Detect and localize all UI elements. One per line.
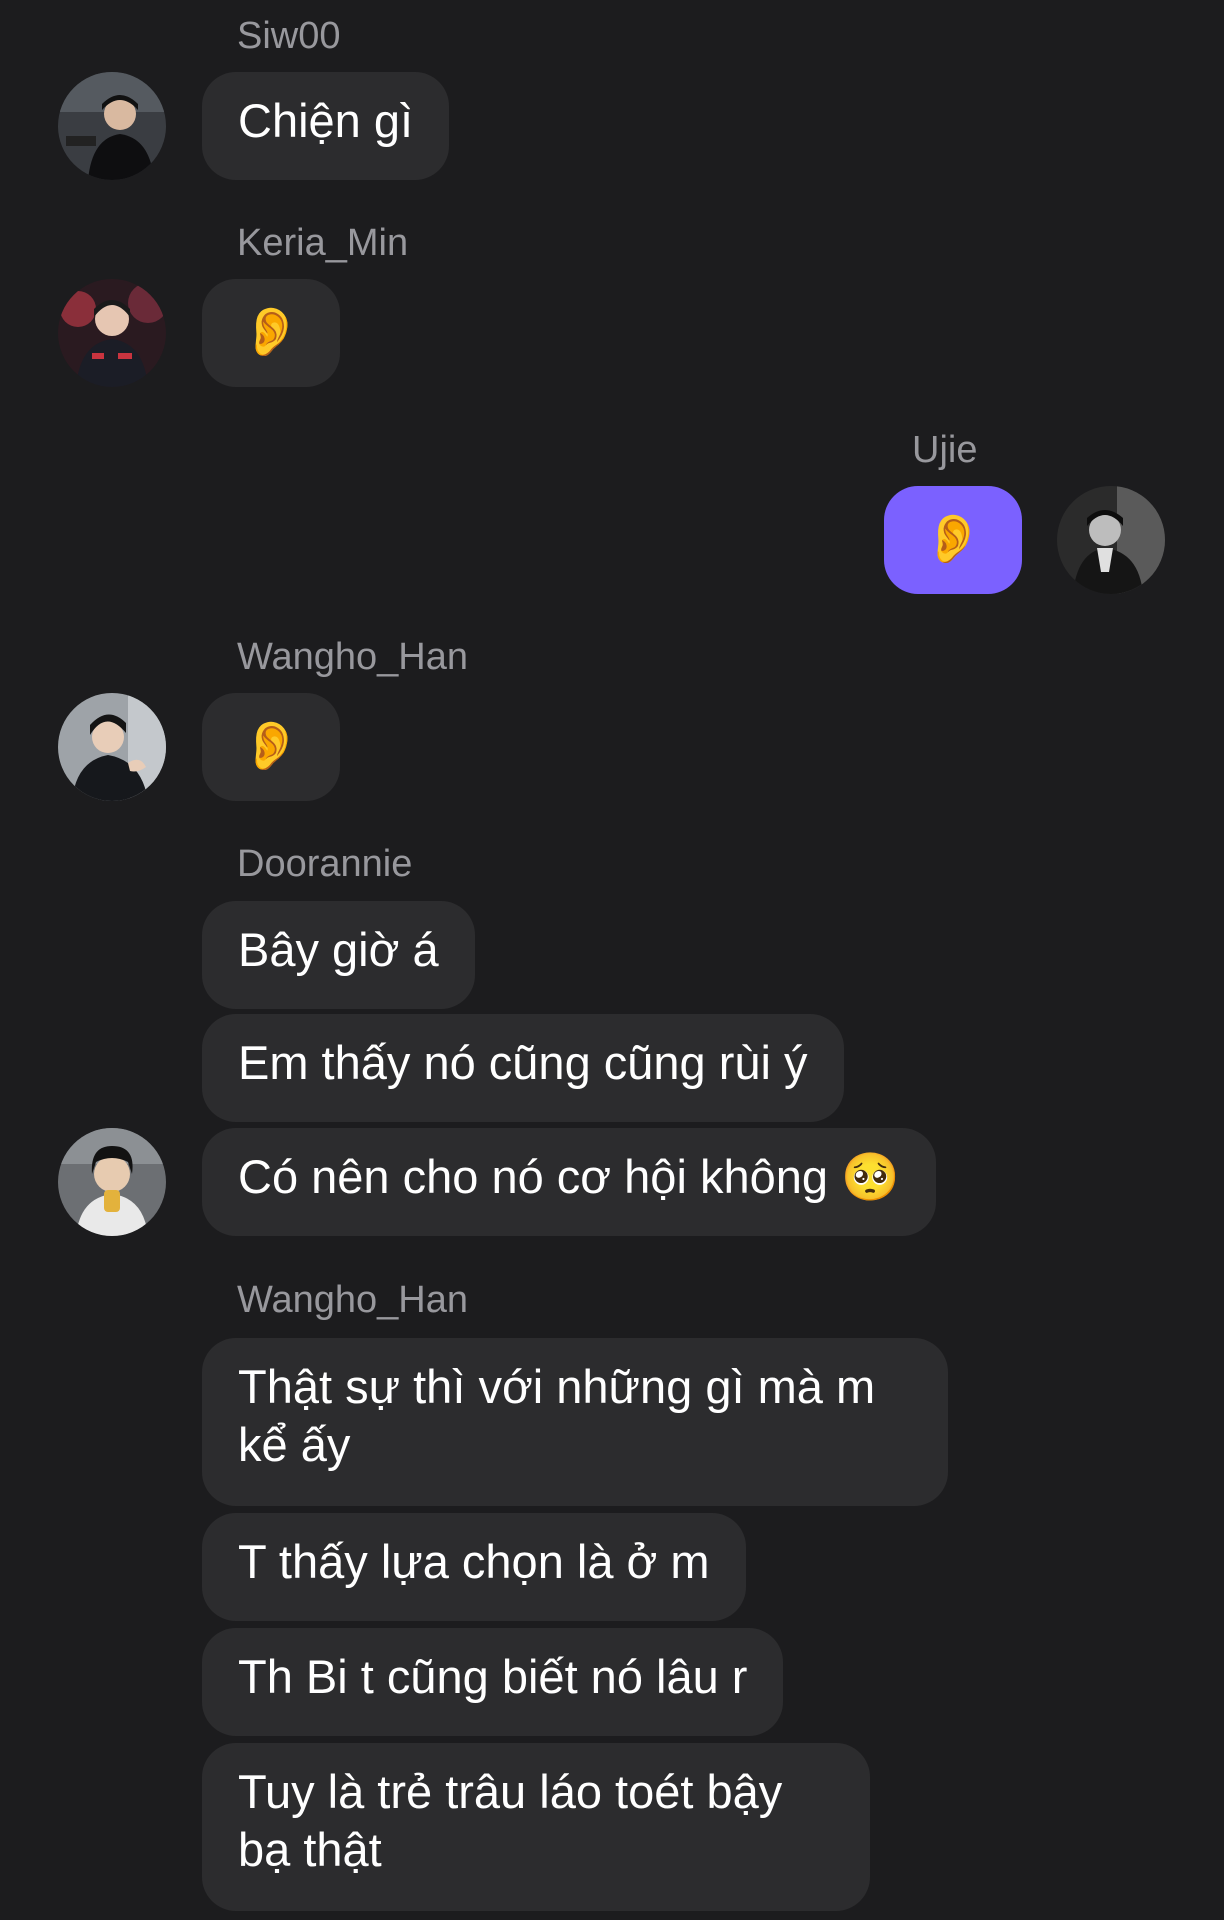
sender-name: Wangho_Han — [237, 636, 468, 678]
sender-name: Keria_Min — [237, 222, 409, 264]
message-bubble[interactable]: Th Bi t cũng biết nó lâu r — [202, 1628, 784, 1736]
sender-name: Doorannie — [237, 843, 413, 885]
message-bubble[interactable]: 👂 — [202, 693, 340, 801]
message-bubble[interactable]: Thật sự thì với những gì mà m kể ấy — [202, 1338, 948, 1506]
message-bubble[interactable]: Có nên cho nó cơ hội không 🥺 — [202, 1128, 936, 1236]
message-bubble[interactable]: 👂 — [202, 279, 340, 387]
message-bubble[interactable]: Bây giờ á — [202, 901, 475, 1009]
sender-name: Siw00 — [237, 15, 341, 57]
sender-name: Ujie — [912, 429, 978, 471]
message-bubble[interactable]: Chiện gì — [202, 72, 450, 180]
sender-name: Wangho_Han — [237, 1279, 468, 1321]
message-bubble[interactable]: Em thấy nó cũng cũng rùi ý — [202, 1014, 844, 1122]
avatar-doorannie[interactable] — [58, 1128, 166, 1236]
message-bubble-outgoing[interactable]: 👂 — [884, 486, 1022, 594]
avatar-keria-min[interactable] — [58, 279, 166, 387]
message-bubble[interactable]: Tuy là trẻ trâu láo toét bậy bạ thật — [202, 1743, 870, 1911]
avatar-ujie[interactable] — [1057, 486, 1165, 594]
avatar-wangho-han[interactable] — [58, 693, 166, 801]
message-bubble[interactable]: T thấy lựa chọn là ở m — [202, 1513, 746, 1621]
avatar-siw00[interactable] — [58, 72, 166, 180]
